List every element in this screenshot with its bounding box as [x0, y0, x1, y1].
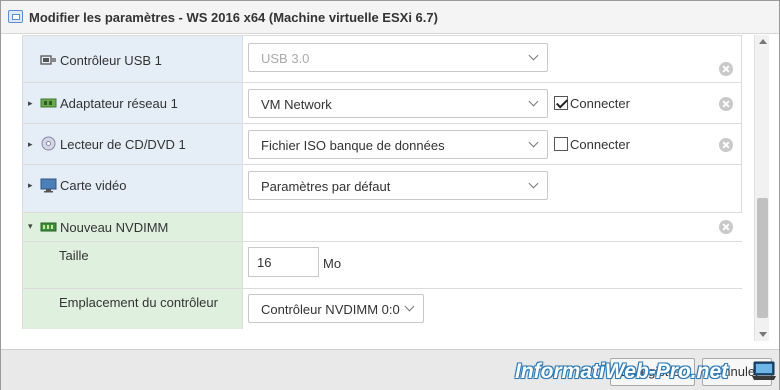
network-adapter-icon [40, 98, 57, 108]
usb-type-select[interactable]: USB 3.0 [248, 43, 548, 72]
network-adapter-label: Adaptateur réseau 1 [60, 96, 178, 111]
row-nvdimm-controller: Emplacement du contrôleur Contrôleur NVD… [22, 288, 742, 329]
remove-nvdimm-icon[interactable] [719, 220, 733, 234]
cd-dvd-icon [41, 136, 56, 151]
nvdimm-controller-label: Emplacement du contrôleur [59, 295, 218, 310]
nvdimm-label: Nouveau NVDIMM [60, 220, 169, 235]
row-new-nvdimm: ▾ Nouveau NVDIMM [22, 212, 742, 241]
dialog-content: Contrôleur USB 1 USB 3.0 ▸ Adaptateur ré… [1, 35, 779, 349]
dialog-titlebar: Modifier les paramètres - WS 2016 x64 (M… [1, 1, 779, 34]
row-video-card: ▸ Carte vidéo Paramètres par défaut [22, 164, 742, 212]
video-card-label: Carte vidéo [60, 178, 127, 193]
row-cd-dvd: ▸ Lecteur de CD/DVD 1 Fichier ISO banque… [22, 123, 742, 164]
cd-dvd-connect-checkbox[interactable] [554, 137, 568, 151]
watermark-text: InformatiWeb-Pro.net [515, 360, 729, 383]
edit-settings-dialog: Modifier les paramètres - WS 2016 x64 (M… [0, 0, 780, 390]
chevron-down-icon [529, 97, 539, 107]
nvdimm-size-unit: Mo [323, 256, 342, 271]
nvdimm-controller-select[interactable]: Contrôleur NVDIMM 0:0 [248, 294, 424, 323]
expand-caret-icon[interactable]: ▸ [28, 181, 36, 190]
dialog-title: Modifier les paramètres - WS 2016 x64 (M… [29, 10, 438, 25]
cd-dvd-select[interactable]: Fichier ISO banque de données [248, 130, 548, 159]
virtual-machine-icon [8, 10, 23, 23]
monitor-icon [40, 178, 57, 193]
nvdimm-size-label: Taille [59, 248, 89, 263]
remove-cd-dvd-icon[interactable] [719, 138, 733, 152]
vertical-scrollbar[interactable] [754, 35, 769, 341]
video-card-select[interactable]: Paramètres par défaut [248, 171, 548, 200]
cd-dvd-label: Lecteur de CD/DVD 1 [60, 137, 186, 152]
scrollbar-thumb[interactable] [757, 198, 768, 318]
nvdimm-size-input[interactable]: 16 [248, 247, 319, 277]
usb-icon [40, 55, 56, 65]
network-connect-checkbox[interactable] [554, 96, 568, 110]
scroll-up-icon[interactable] [759, 39, 767, 44]
row-usb-controller: Contrôleur USB 1 USB 3.0 [22, 35, 742, 82]
scroll-down-icon[interactable] [759, 332, 767, 337]
chevron-down-icon [405, 302, 415, 312]
collapse-caret-icon[interactable]: ▾ [28, 222, 36, 231]
expand-caret-icon[interactable]: ▸ [28, 140, 36, 149]
network-select[interactable]: VM Network [248, 89, 548, 118]
cd-dvd-connect-label: Connecter [570, 137, 630, 152]
network-connect-label: Connecter [570, 96, 630, 111]
hardware-grid: Contrôleur USB 1 USB 3.0 ▸ Adaptateur ré… [22, 35, 742, 329]
usb-controller-label: Contrôleur USB 1 [60, 53, 162, 68]
remove-usb-icon[interactable] [719, 62, 733, 76]
nvdimm-icon [40, 222, 57, 232]
remove-network-icon[interactable] [719, 97, 733, 111]
laptop-watermark-icon [752, 361, 776, 380]
row-nvdimm-size: Taille 16 Mo [22, 241, 742, 288]
chevron-down-icon [529, 51, 539, 61]
expand-caret-icon[interactable]: ▸ [28, 99, 36, 108]
chevron-down-icon [529, 138, 539, 148]
row-network-adapter: ▸ Adaptateur réseau 1 VM Network Connect… [22, 82, 742, 123]
chevron-down-icon [529, 179, 539, 189]
